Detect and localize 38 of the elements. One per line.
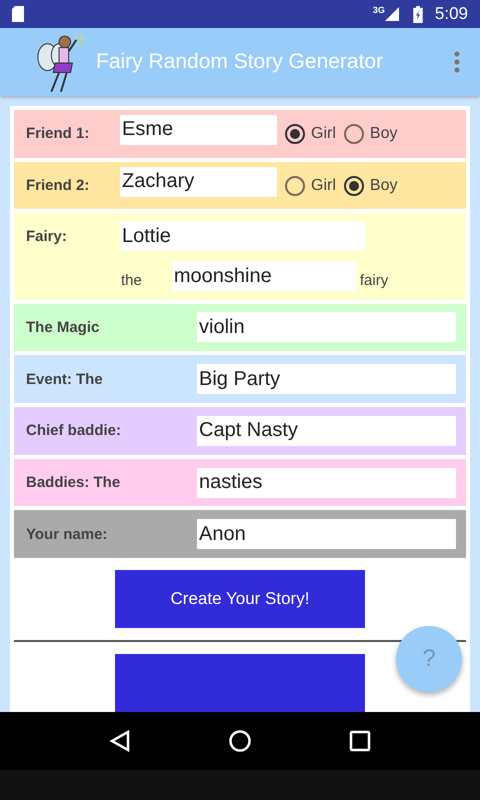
- name-field[interactable]: Zachary: [120, 166, 277, 197]
- create-story-button[interactable]: Create Your Story!: [115, 570, 365, 628]
- home-icon[interactable]: [229, 730, 251, 752]
- name-field[interactable]: Esme: [120, 114, 277, 145]
- radio-icon[interactable]: [285, 124, 305, 144]
- radio-icon[interactable]: [344, 124, 364, 144]
- app-title: Fairy Random Story Generator: [96, 50, 384, 74]
- connector-text: the: [121, 272, 142, 289]
- field-label: Chief baddie:: [26, 422, 122, 440]
- gender-radio[interactable]: Girl: [285, 176, 336, 196]
- back-icon[interactable]: [109, 730, 131, 752]
- text-field[interactable]: Big Party: [197, 364, 456, 394]
- fairy-name-field[interactable]: Lottie: [120, 221, 365, 252]
- field-label: Your name:: [26, 526, 108, 543]
- field-label: Friend 1:: [26, 125, 90, 142]
- battery-icon: [412, 6, 423, 22]
- text-field[interactable]: nasties: [197, 468, 456, 498]
- field-label: Fairy:: [26, 228, 68, 245]
- gender-radio[interactable]: Boy: [344, 124, 398, 144]
- more-options-icon[interactable]: [454, 51, 460, 73]
- network-type: 3G: [372, 5, 385, 15]
- recents-icon[interactable]: [349, 730, 371, 752]
- field-label: Baddies: The: [26, 474, 122, 492]
- text-field[interactable]: violin: [197, 312, 456, 342]
- text-field[interactable]: Capt Nasty: [197, 416, 456, 446]
- connector-text: fairy: [360, 272, 388, 289]
- field-label: The Magic: [26, 318, 100, 336]
- radio-icon[interactable]: [344, 176, 364, 196]
- signal-icon: [384, 7, 399, 21]
- gender-radio[interactable]: Boy: [344, 176, 398, 196]
- clock: 5:09: [434, 4, 468, 24]
- radio-icon[interactable]: [285, 176, 305, 196]
- gender-radio[interactable]: Girl: [285, 124, 336, 144]
- sd-card-icon: [12, 6, 24, 22]
- fairy-type-field[interactable]: moonshine: [172, 261, 356, 292]
- field-label: Event: The: [26, 370, 104, 388]
- field-label: Friend 2:: [26, 177, 90, 194]
- text-field[interactable]: Anon: [197, 519, 456, 550]
